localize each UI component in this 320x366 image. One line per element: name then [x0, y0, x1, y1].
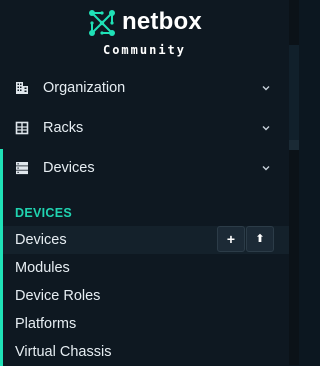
nav-item-racks[interactable]: Racks [0, 109, 289, 149]
nav-item-label: Racks [43, 120, 84, 136]
submenu-item-label: Platforms [15, 316, 77, 332]
submenu-item-label: Device Roles [15, 288, 101, 304]
plus-icon: + [226, 231, 236, 247]
submenu-item-platforms[interactable]: Platforms [3, 310, 289, 338]
upload-icon: ⬆ [255, 233, 265, 245]
submenu-item-virtual-chassis[interactable]: Virtual Chassis [3, 338, 289, 366]
content-header-edge [289, 45, 299, 145]
sidebar: netbox Community Organization Racks Devi… [0, 0, 289, 366]
submenu-item-label: Devices [15, 232, 67, 248]
section-title-devices: DEVICES [15, 206, 72, 220]
content-edge [289, 0, 299, 365]
chevron-down-icon [262, 166, 270, 171]
submenu-item-label: Modules [15, 260, 70, 276]
rack-icon [15, 121, 29, 135]
submenu-item-modules[interactable]: Modules [3, 254, 289, 282]
chevron-down-icon [262, 86, 270, 91]
import-devices-button[interactable]: ⬆ [246, 226, 274, 252]
content-border [289, 140, 299, 150]
nav-item-label: Devices [43, 160, 95, 176]
nav-item-label: Organization [43, 80, 126, 96]
submenu-item-label: Virtual Chassis [15, 344, 112, 360]
brand[interactable]: netbox Community [0, 0, 289, 64]
nav-item-organization[interactable]: Organization [0, 69, 289, 109]
brand-edition: Community [102, 43, 187, 57]
chevron-down-icon [262, 126, 270, 131]
server-icon [16, 162, 28, 175]
netbox-logo-icon [89, 10, 115, 36]
brand-name: netbox [122, 8, 202, 35]
nav-item-devices[interactable]: Devices [0, 149, 289, 366]
add-device-button[interactable]: + [217, 226, 245, 252]
submenu-item-device-roles[interactable]: Device Roles [3, 282, 289, 310]
domain-icon [16, 82, 28, 94]
